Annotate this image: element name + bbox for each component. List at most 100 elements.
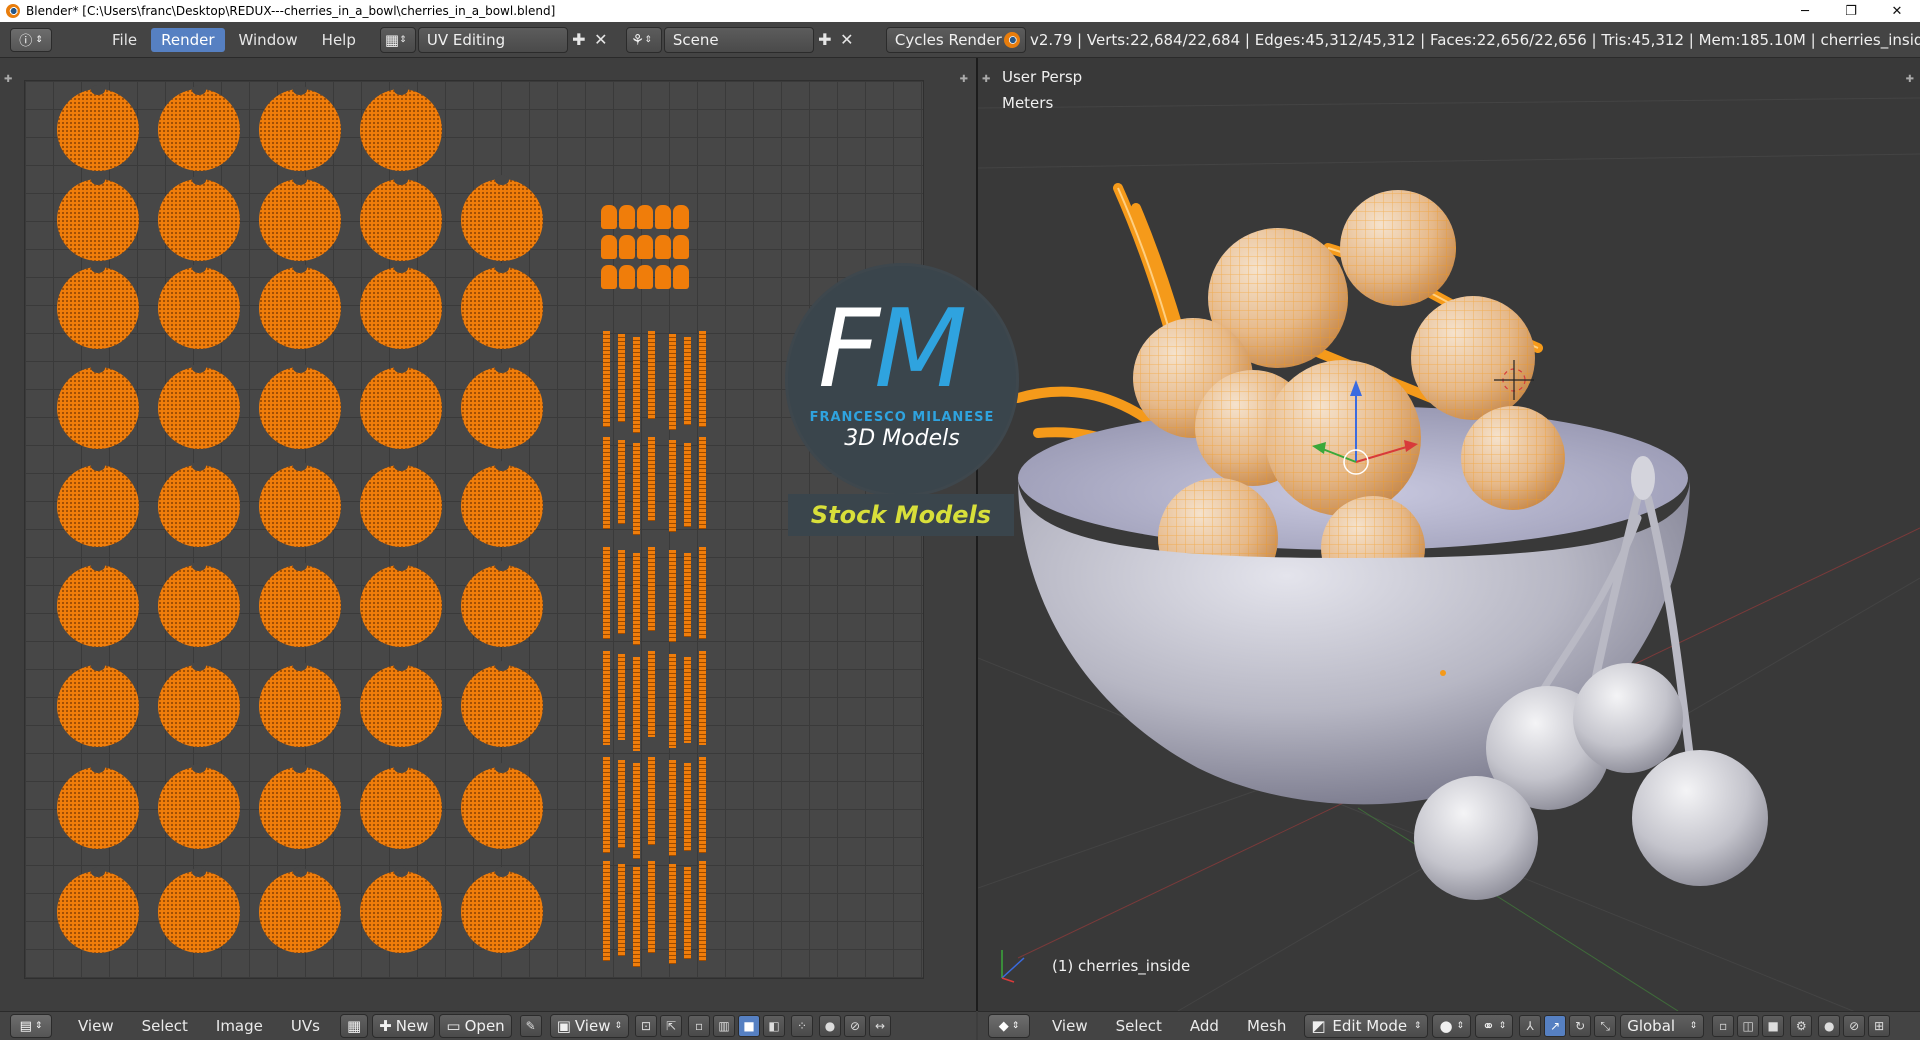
uv-island-stem[interactable] (618, 654, 625, 740)
add-screen-icon[interactable]: ✚ (568, 29, 590, 51)
uv-island-stem-cap[interactable] (637, 265, 653, 289)
uv-island-cherry[interactable] (461, 363, 543, 449)
face-select-mode-icon[interactable]: ■ (1762, 1015, 1785, 1037)
uv-island-cherry[interactable] (360, 263, 442, 349)
3d-menu-add[interactable]: Add (1176, 1017, 1233, 1035)
uv-island-stem-cap[interactable] (637, 205, 653, 229)
uv-island-cherry[interactable] (259, 363, 341, 449)
uv-island-cherry[interactable] (57, 175, 139, 261)
edge-select-mode-icon[interactable]: ◫ (1737, 1015, 1760, 1037)
uv-island-stem[interactable] (633, 337, 640, 433)
uv-island-cherry[interactable] (360, 175, 442, 261)
uv-island-cherry[interactable] (360, 363, 442, 449)
uv-island-stem[interactable] (603, 861, 610, 961)
uv-island-stem[interactable] (633, 867, 640, 967)
uv-island-cherry[interactable] (259, 561, 341, 647)
uv-island-cherry[interactable] (57, 867, 139, 953)
uv-island-stem[interactable] (684, 763, 691, 851)
mode-dropdown[interactable]: ◩ Edit Mode ⇕ (1304, 1014, 1429, 1038)
uv-island-stem[interactable] (633, 443, 640, 535)
menu-render[interactable]: Render (151, 27, 225, 52)
rotate-manipulator-icon[interactable]: ↻ (1569, 1015, 1592, 1037)
pin-icon[interactable]: ✎ (519, 1015, 542, 1037)
restore-button[interactable]: ❐ (1828, 0, 1874, 22)
3d-menu-select[interactable]: Select (1102, 1017, 1176, 1035)
uv-island-stem[interactable] (669, 654, 676, 748)
uv-island-stem[interactable] (618, 550, 625, 634)
uv-island-cherry[interactable] (360, 867, 442, 953)
uv-island-stem-cap[interactable] (655, 235, 671, 259)
uv-island-stem-cap[interactable] (637, 235, 653, 259)
uv-island-stem-cap[interactable] (673, 235, 689, 259)
uv-island-stem-cap[interactable] (655, 265, 671, 289)
uv-island-cherry[interactable] (259, 175, 341, 261)
uv-island-stem[interactable] (699, 437, 706, 529)
uv-island-cherry[interactable] (259, 867, 341, 953)
uv-island-stem-cap[interactable] (601, 205, 617, 229)
uv-island-stem-cap[interactable] (673, 205, 689, 229)
uv-island-cherry[interactable] (57, 363, 139, 449)
region-expand-icon[interactable]: ✚ (982, 74, 990, 85)
uv-island-cherry[interactable] (57, 263, 139, 349)
translate-manipulator-icon[interactable]: ↗ (1544, 1015, 1567, 1037)
uv-island-cherry[interactable] (158, 867, 240, 953)
vertex-select-mode-icon[interactable]: ▫ (1712, 1015, 1735, 1037)
open-image-button[interactable]: ▭ Open (439, 1014, 512, 1038)
uv-island-cherry[interactable] (360, 461, 442, 547)
uv-menu-image[interactable]: Image (202, 1017, 277, 1035)
uv-island-cherry[interactable] (259, 461, 341, 547)
menu-file[interactable]: File (102, 28, 147, 52)
uv-island-stem[interactable] (618, 864, 625, 956)
uv-island-stem-cap[interactable] (619, 205, 635, 229)
uv-island-cherry[interactable] (360, 661, 442, 747)
uv-island-cherry[interactable] (57, 661, 139, 747)
3d-viewport[interactable]: User Persp Meters ✚ ✚ (1) cherries_insid… (978, 58, 1920, 1011)
uv-editor-type-selector[interactable]: ▤ ⇕ (10, 1014, 52, 1038)
uv-island-stem[interactable] (648, 547, 655, 631)
uv-island-stem[interactable] (603, 331, 610, 427)
uv-island-stem[interactable] (684, 657, 691, 743)
uv-island-stem[interactable] (699, 547, 706, 639)
uv-island-cherry[interactable] (158, 763, 240, 849)
uv-island-stem[interactable] (648, 757, 655, 845)
region-expand-icon[interactable]: ✚ (960, 74, 968, 85)
uv-island-cherry[interactable] (259, 763, 341, 849)
pivot-dropdown[interactable]: ⚭ ⇕ (1475, 1014, 1514, 1038)
uv-island-cherry[interactable] (461, 263, 543, 349)
uv-island-cherry[interactable] (57, 85, 139, 171)
add-scene-icon[interactable]: ✚ (814, 29, 836, 51)
uv-island-cherry[interactable] (158, 661, 240, 747)
3d-editor-type-selector[interactable]: ◆ ⇕ (988, 1014, 1030, 1038)
uv-island-stem[interactable] (684, 337, 691, 425)
vertex-select-icon[interactable]: ▫ (688, 1015, 711, 1037)
uv-island-stem[interactable] (684, 443, 691, 527)
sticky-mode-icon[interactable]: ⁘ (791, 1015, 814, 1037)
uv-island-stem[interactable] (684, 867, 691, 959)
scene-field[interactable]: Scene (663, 26, 814, 53)
uv-island-stem[interactable] (699, 651, 706, 745)
screen-layout-field[interactable]: UV Editing (417, 26, 568, 53)
manipulator-toggle-icon[interactable]: ⅄ (1519, 1015, 1542, 1037)
uv-island-stem[interactable] (669, 550, 676, 642)
proportional-edit-icon[interactable]: ● (1818, 1015, 1841, 1037)
uv-island-cherry[interactable] (259, 661, 341, 747)
uv-island-stem[interactable] (669, 760, 676, 856)
limit-selection-icon[interactable]: ⚙ (1790, 1015, 1813, 1037)
uv-island-stem[interactable] (618, 440, 625, 524)
remove-screen-icon[interactable]: ✕ (590, 29, 612, 51)
uv-island-stem[interactable] (684, 553, 691, 637)
uv-island-cherry[interactable] (158, 363, 240, 449)
uv-island-stem-cap[interactable] (619, 235, 635, 259)
uv-island-stem-cap[interactable] (601, 265, 617, 289)
uv-island-cherry[interactable] (259, 85, 341, 171)
uv-island-cherry[interactable] (57, 561, 139, 647)
image-browse-button[interactable]: ▦ (339, 1014, 369, 1038)
menu-help[interactable]: Help (312, 28, 366, 52)
edge-select-icon[interactable]: ▥ (713, 1015, 736, 1037)
uv-island-stem-cap[interactable] (601, 235, 617, 259)
uv-island-stem[interactable] (603, 651, 610, 745)
uv-island-stem[interactable] (669, 334, 676, 430)
new-image-button[interactable]: ✚ New (372, 1014, 436, 1038)
proportional-edit-icon[interactable]: ● (819, 1015, 842, 1037)
uv-island-stem[interactable] (648, 651, 655, 737)
